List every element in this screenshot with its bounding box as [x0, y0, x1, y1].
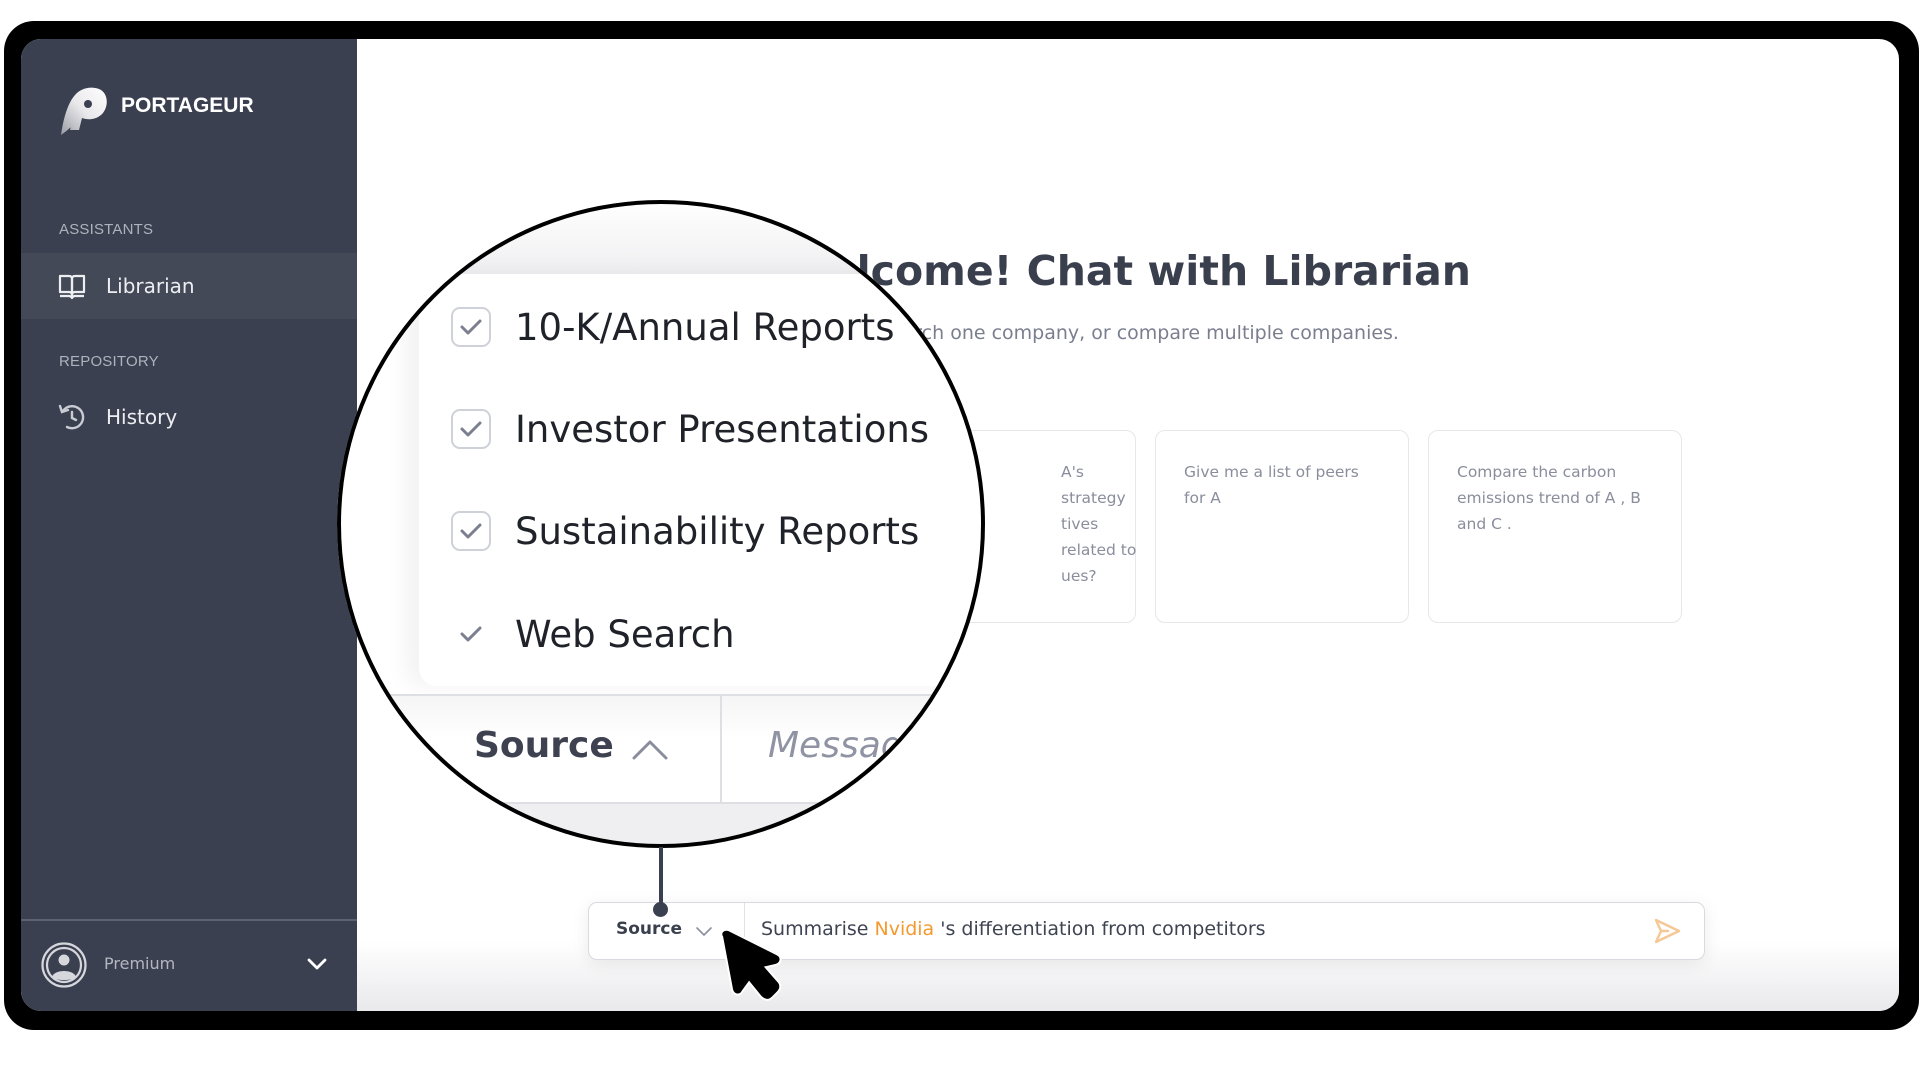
portageur-logo-icon: [61, 87, 107, 135]
option-label: 10-K/Annual Reports: [515, 305, 895, 349]
magnifier-connector-line: [659, 847, 663, 909]
send-icon[interactable]: [1652, 917, 1682, 945]
checkbox[interactable]: [451, 307, 491, 347]
magnified-message-placeholder: Messag: [768, 725, 904, 766]
magnifier-zoom: 10-K/Annual Reports Investor Presentatio…: [337, 200, 985, 848]
plan-label: Premium: [104, 954, 176, 973]
option-label: Web Search: [515, 612, 735, 656]
check-icon: [460, 421, 482, 437]
section-label-assistants: ASSISTANTS: [59, 221, 154, 238]
check-icon: [460, 626, 482, 642]
sidebar-item-label: History: [106, 405, 178, 429]
mouse-cursor-icon: [720, 930, 782, 1001]
checkbox[interactable]: [451, 409, 491, 449]
message-input[interactable]: Summarise Nvidia 's differentiation from…: [761, 918, 1266, 940]
option-label: Sustainability Reports: [515, 509, 920, 553]
check-icon: [460, 319, 482, 335]
check-icon: [460, 523, 482, 539]
source-options-panel: 10-K/Annual Reports Investor Presentatio…: [419, 274, 985, 686]
company-mention: Nvidia: [874, 918, 935, 940]
user-circle-icon: [41, 942, 87, 988]
sidebar-item-librarian[interactable]: Librarian: [21, 253, 357, 319]
brand-name: PORTAGEUR: [121, 94, 254, 117]
chevron-up-icon: [632, 740, 668, 760]
suggestion-card[interactable]: Give me a list of peers for A: [1155, 430, 1409, 623]
source-option-web-search[interactable]: Web Search: [451, 612, 735, 656]
user-menu[interactable]: Premium: [21, 923, 357, 1009]
magnifier-connector-dot: [653, 902, 668, 917]
message-text-part: 's differentiation from competitors: [934, 918, 1266, 940]
sidebar-item-label: Librarian: [106, 274, 195, 298]
source-option-investor-presentations[interactable]: Investor Presentations: [451, 407, 929, 451]
magnified-source-button[interactable]: Source: [474, 725, 614, 766]
option-label: Investor Presentations: [515, 407, 930, 451]
section-label-repository: REPOSITORY: [59, 353, 159, 370]
magnified-divider: [720, 694, 722, 804]
checkbox[interactable]: [451, 511, 491, 551]
suggestion-text: Compare the carbon emissions trend of A …: [1457, 463, 1641, 533]
suggestion-text: Give me a list of peers for A: [1184, 463, 1359, 507]
sidebar-item-history[interactable]: History: [21, 384, 357, 450]
sidebar: PORTAGEUR ASSISTANTS Librarian REPOSITOR…: [21, 39, 357, 1011]
check-mark[interactable]: [451, 614, 491, 654]
history-icon: [58, 404, 85, 430]
book-open-icon: [58, 274, 86, 300]
magnified-bottom-area: [337, 804, 985, 848]
sidebar-divider: [21, 919, 357, 921]
chevron-down-icon[interactable]: [306, 956, 328, 972]
source-label: Source: [616, 919, 683, 939]
chevron-down-icon: [696, 927, 712, 937]
source-option-sustainability-reports[interactable]: Sustainability Reports: [451, 509, 919, 553]
suggestion-card[interactable]: Compare the carbon emissions trend of A …: [1428, 430, 1682, 623]
magnified-backdrop: [337, 200, 985, 274]
source-option-annual-reports[interactable]: 10-K/Annual Reports: [451, 305, 894, 349]
